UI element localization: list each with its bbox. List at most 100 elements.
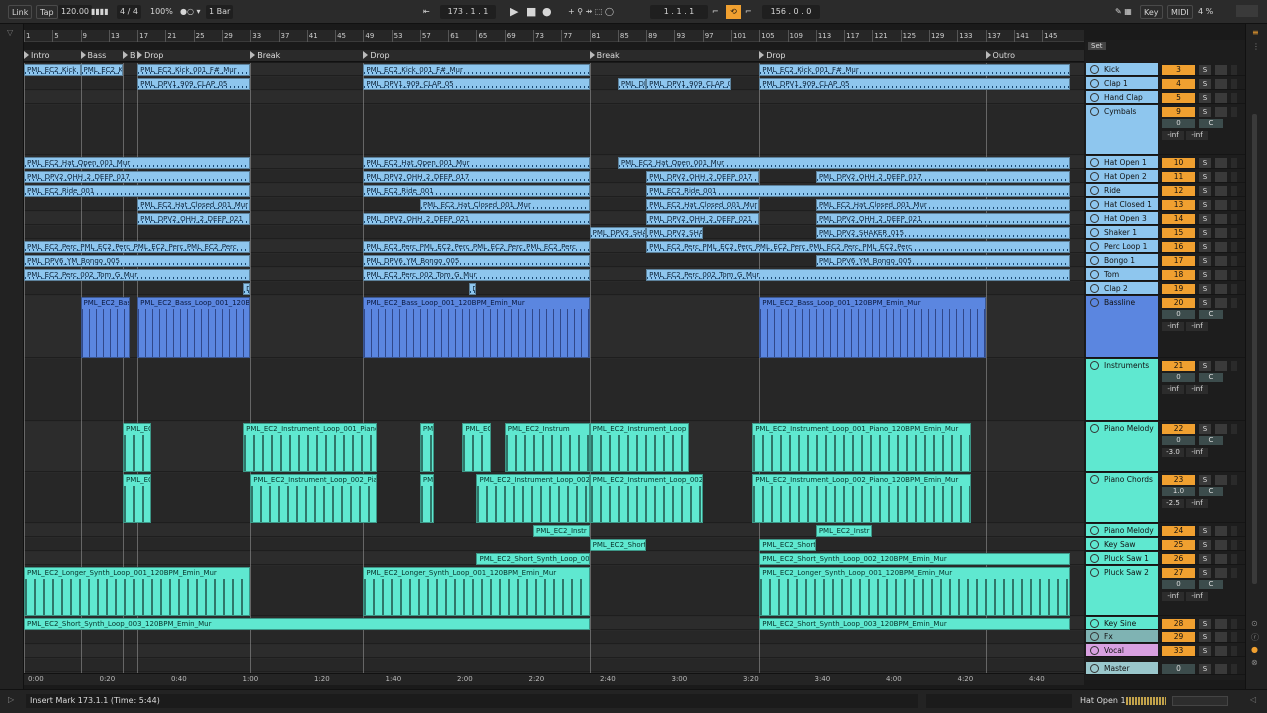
- solo-button[interactable]: S: [1199, 568, 1211, 578]
- track-activator-icon[interactable]: [1090, 270, 1099, 279]
- time-ruler[interactable]: 0:00 0:20 0:40 1:00 1:20 1:40 2:00 2:20 2:40 3:00…: [24, 673, 1084, 685]
- punch-out-icon[interactable]: ⌐: [745, 5, 752, 19]
- solo-button[interactable]: S: [1199, 540, 1211, 550]
- loop-length-field[interactable]: 156 . 0 . 0: [762, 5, 820, 19]
- track-number[interactable]: 15: [1162, 228, 1195, 238]
- track-lane[interactable]: [24, 659, 1084, 672]
- track-name-area[interactable]: Hat Closed 1: [1086, 198, 1158, 210]
- track-name-area[interactable]: Piano Melody: [1086, 422, 1158, 471]
- solo-button[interactable]: S: [1199, 424, 1211, 434]
- audio-clip[interactable]: PML_EC: [122, 474, 152, 523]
- audio-clip[interactable]: PML_EC2_Short_Synth_Loop_003_120BPM_Emin…: [759, 618, 1071, 630]
- arm-button[interactable]: [1215, 664, 1227, 674]
- track-header[interactable]: Piano Melody 24 S: [1085, 524, 1245, 537]
- track-activator-icon[interactable]: [1090, 632, 1099, 641]
- solo-button[interactable]: S: [1199, 646, 1211, 656]
- audio-clip[interactable]: PML_EC2_Hat_Open_001_Mur: [24, 157, 251, 169]
- audio-clip[interactable]: PML_EC2_Longer_Synth_Loop_001_120BPM_Emi…: [759, 567, 1071, 616]
- track-lane[interactable]: [24, 631, 1084, 644]
- audio-clip[interactable]: PML_EC2_Instr: [815, 525, 873, 537]
- audio-clip[interactable]: PML_EC2_Hat_Closed_001_Mur: [137, 199, 251, 211]
- track-header[interactable]: Bassline 20 S 0 C -inf -inf: [1085, 296, 1245, 358]
- track-activator-icon[interactable]: [1090, 540, 1099, 549]
- track-number[interactable]: 4: [1162, 79, 1195, 89]
- solo-button[interactable]: S: [1199, 172, 1211, 182]
- metronome-bars-icon[interactable]: ▮▮▮▮: [91, 5, 109, 19]
- solo-button[interactable]: S: [1199, 214, 1211, 224]
- audio-clip[interactable]: PML_DPV2_SHA: [646, 227, 703, 239]
- audio-clip[interactable]: PML_EC: [462, 423, 491, 472]
- arm-button[interactable]: [1215, 646, 1227, 656]
- track-header[interactable]: Piano Melody 22 S 0 C -3.0 -inf: [1085, 422, 1245, 472]
- solo-button[interactable]: S: [1199, 619, 1211, 629]
- track-name-area[interactable]: Instruments: [1086, 359, 1158, 420]
- arrangement-position[interactable]: 173 . 1 . 1: [440, 5, 496, 19]
- track-number[interactable]: 17: [1162, 256, 1195, 266]
- arm-button[interactable]: [1215, 526, 1227, 536]
- track-header[interactable]: Hat Open 3 14 S: [1085, 212, 1245, 225]
- arm-button[interactable]: [1215, 298, 1227, 308]
- arm-button[interactable]: [1215, 284, 1227, 294]
- loop-start-field[interactable]: 1 . 1 . 1: [650, 5, 708, 19]
- audio-clip[interactable]: PML_EC2_Hat_Open_001_Mur: [363, 157, 590, 169]
- track-header[interactable]: Key Saw 25 S: [1085, 538, 1245, 551]
- follow-icon[interactable]: ⇤: [423, 5, 430, 19]
- crossfade-icon[interactable]: ⊗: [1251, 658, 1258, 667]
- track-activator-icon[interactable]: [1090, 568, 1099, 577]
- audio-clip[interactable]: PML_EC2_Short_Synth_Loop_002_120BPM_Emin…: [759, 553, 1071, 565]
- audio-clip[interactable]: PML_EC2_Longer_Synth_Loop_001_120BPM_Emi…: [24, 567, 251, 616]
- arrangement-view[interactable]: PML_EC2_Kick PML_EC2_K PML_EC2_Kick_001_F#…: [24, 63, 1084, 673]
- solo-button[interactable]: S: [1199, 65, 1211, 75]
- audio-clip[interactable]: PML_EC2_Ride_001: [363, 185, 590, 197]
- track-header[interactable]: Fx 29 S: [1085, 630, 1245, 643]
- locator-marker[interactable]: Drop: [363, 51, 390, 60]
- solo-button[interactable]: S: [1199, 256, 1211, 266]
- stop-icon[interactable]: ■: [526, 5, 536, 19]
- arm-button[interactable]: [1215, 632, 1227, 642]
- track-name-area[interactable]: Clap 2: [1086, 282, 1158, 294]
- solo-button[interactable]: S: [1199, 107, 1211, 117]
- track-name-area[interactable]: Piano Melody: [1086, 524, 1158, 536]
- track-lane[interactable]: [24, 645, 1084, 658]
- menu-icon[interactable]: ≡: [1252, 28, 1259, 37]
- audio-clip[interactable]: PML_EC2_Bas: [80, 297, 131, 358]
- track-number[interactable]: 28: [1162, 619, 1195, 629]
- track-name-area[interactable]: Vocal: [1086, 644, 1158, 656]
- audio-clip[interactable]: PML_EC2_Instrument_Loop: [589, 423, 689, 472]
- play-icon[interactable]: ▶: [510, 5, 518, 19]
- audio-clip[interactable]: PML_EC2_Bass_Loop_001_120BPM_Emin_Mur: [759, 297, 986, 358]
- audio-clip[interactable]: PML_EC2_Instrument_Loop_002: [476, 474, 590, 523]
- audio-clip[interactable]: PML_EC2_Perc_PML_EC2_Perc_PML_EC2_Perc_P…: [24, 241, 251, 253]
- track-activator-icon[interactable]: [1090, 256, 1099, 265]
- track-number[interactable]: 10: [1162, 158, 1195, 168]
- track-name-area[interactable]: Clap 1: [1086, 77, 1158, 89]
- tap-button[interactable]: Tap: [36, 5, 58, 19]
- track-header[interactable]: Pluck Saw 2 27 S 0 C -inf -inf: [1085, 566, 1245, 616]
- audio-clip[interactable]: PML_EC2_Short: [759, 539, 816, 551]
- audio-clip[interactable]: PML_DPV2_OHH_2_DEEP_017: [815, 171, 1071, 183]
- audio-clip[interactable]: PML_EC2_Instrument_Loop_001_Piano_120BPM…: [752, 423, 972, 472]
- locator-marker[interactable]: B: [122, 51, 135, 60]
- track-name-area[interactable]: Hat Open 2: [1086, 170, 1158, 182]
- arm-button[interactable]: [1215, 540, 1227, 550]
- audio-clip[interactable]: PML_EC2_Short_Synth_Loop_00: [476, 553, 590, 565]
- audio-clip[interactable]: PML_EC2_Hat_Closed_001_Mur: [815, 199, 1071, 211]
- track-header[interactable]: Perc Loop 1 16 S: [1085, 240, 1245, 253]
- track-name-area[interactable]: Tom: [1086, 268, 1158, 280]
- volume-field[interactable]: 1.0: [1162, 487, 1195, 496]
- solo-button[interactable]: S: [1199, 361, 1211, 371]
- solo-button[interactable]: S: [1199, 79, 1211, 89]
- vertical-scrollbar[interactable]: [1252, 114, 1257, 584]
- midi-map-button[interactable]: MIDI: [1167, 5, 1193, 19]
- quantize-select[interactable]: 1 Bar: [206, 5, 234, 19]
- track-header[interactable]: Cymbals 9 S 0 C -inf -inf: [1085, 105, 1245, 155]
- punch-in-icon[interactable]: ⌐: [712, 5, 719, 19]
- track-name-area[interactable]: Hat Open 3: [1086, 212, 1158, 224]
- audio-clip[interactable]: PML_DPV2_OHH_2_DEEP_021: [646, 213, 760, 225]
- track-header[interactable]: Master 0 S: [1085, 662, 1245, 675]
- audio-clip[interactable]: PML_DPV1_909_CLAP_05: [646, 78, 731, 90]
- arm-button[interactable]: [1215, 228, 1227, 238]
- arm-button[interactable]: [1215, 172, 1227, 182]
- track-number[interactable]: 24: [1162, 526, 1195, 536]
- locator-marker[interactable]: Break: [250, 51, 280, 60]
